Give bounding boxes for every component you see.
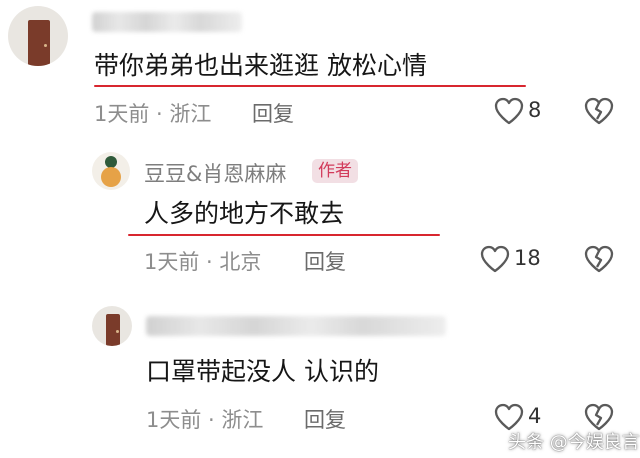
author-badge: 作者: [312, 159, 358, 183]
comment-text: 口罩带起没人 认识的: [146, 357, 379, 386]
highlight-underline: [128, 234, 440, 236]
blurred-username[interactable]: [146, 316, 446, 336]
avatar[interactable]: [92, 306, 132, 346]
comment-meta: 1天前 · 北京: [144, 250, 262, 274]
comment-meta: 1天前 · 浙江: [146, 408, 264, 432]
reply-button[interactable]: 回复: [304, 246, 346, 276]
like-icon[interactable]: [494, 97, 524, 125]
reply-button[interactable]: 回复: [252, 98, 294, 128]
comment-text: 带你弟弟也出来逛逛 放松心情: [94, 51, 427, 80]
dislike-icon[interactable]: [584, 403, 614, 431]
avatar[interactable]: [8, 6, 68, 66]
dislike-icon[interactable]: [584, 245, 614, 273]
comment-meta: 1天前 · 浙江: [94, 102, 212, 126]
like-count: 8: [528, 98, 542, 122]
like-count: 18: [514, 246, 541, 270]
author-name[interactable]: 豆豆&肖恩麻麻: [144, 158, 286, 188]
reply-button[interactable]: 回复: [304, 404, 346, 434]
like-icon[interactable]: [494, 403, 524, 431]
watermark: 头条 @今娱良言: [508, 432, 640, 453]
like-count: 4: [528, 404, 542, 428]
like-icon[interactable]: [480, 245, 510, 273]
dislike-icon[interactable]: [584, 97, 614, 125]
comment-text: 人多的地方不敢去: [144, 199, 345, 228]
avatar[interactable]: [92, 152, 130, 190]
highlight-underline: [94, 85, 526, 87]
blurred-username[interactable]: [92, 12, 242, 32]
